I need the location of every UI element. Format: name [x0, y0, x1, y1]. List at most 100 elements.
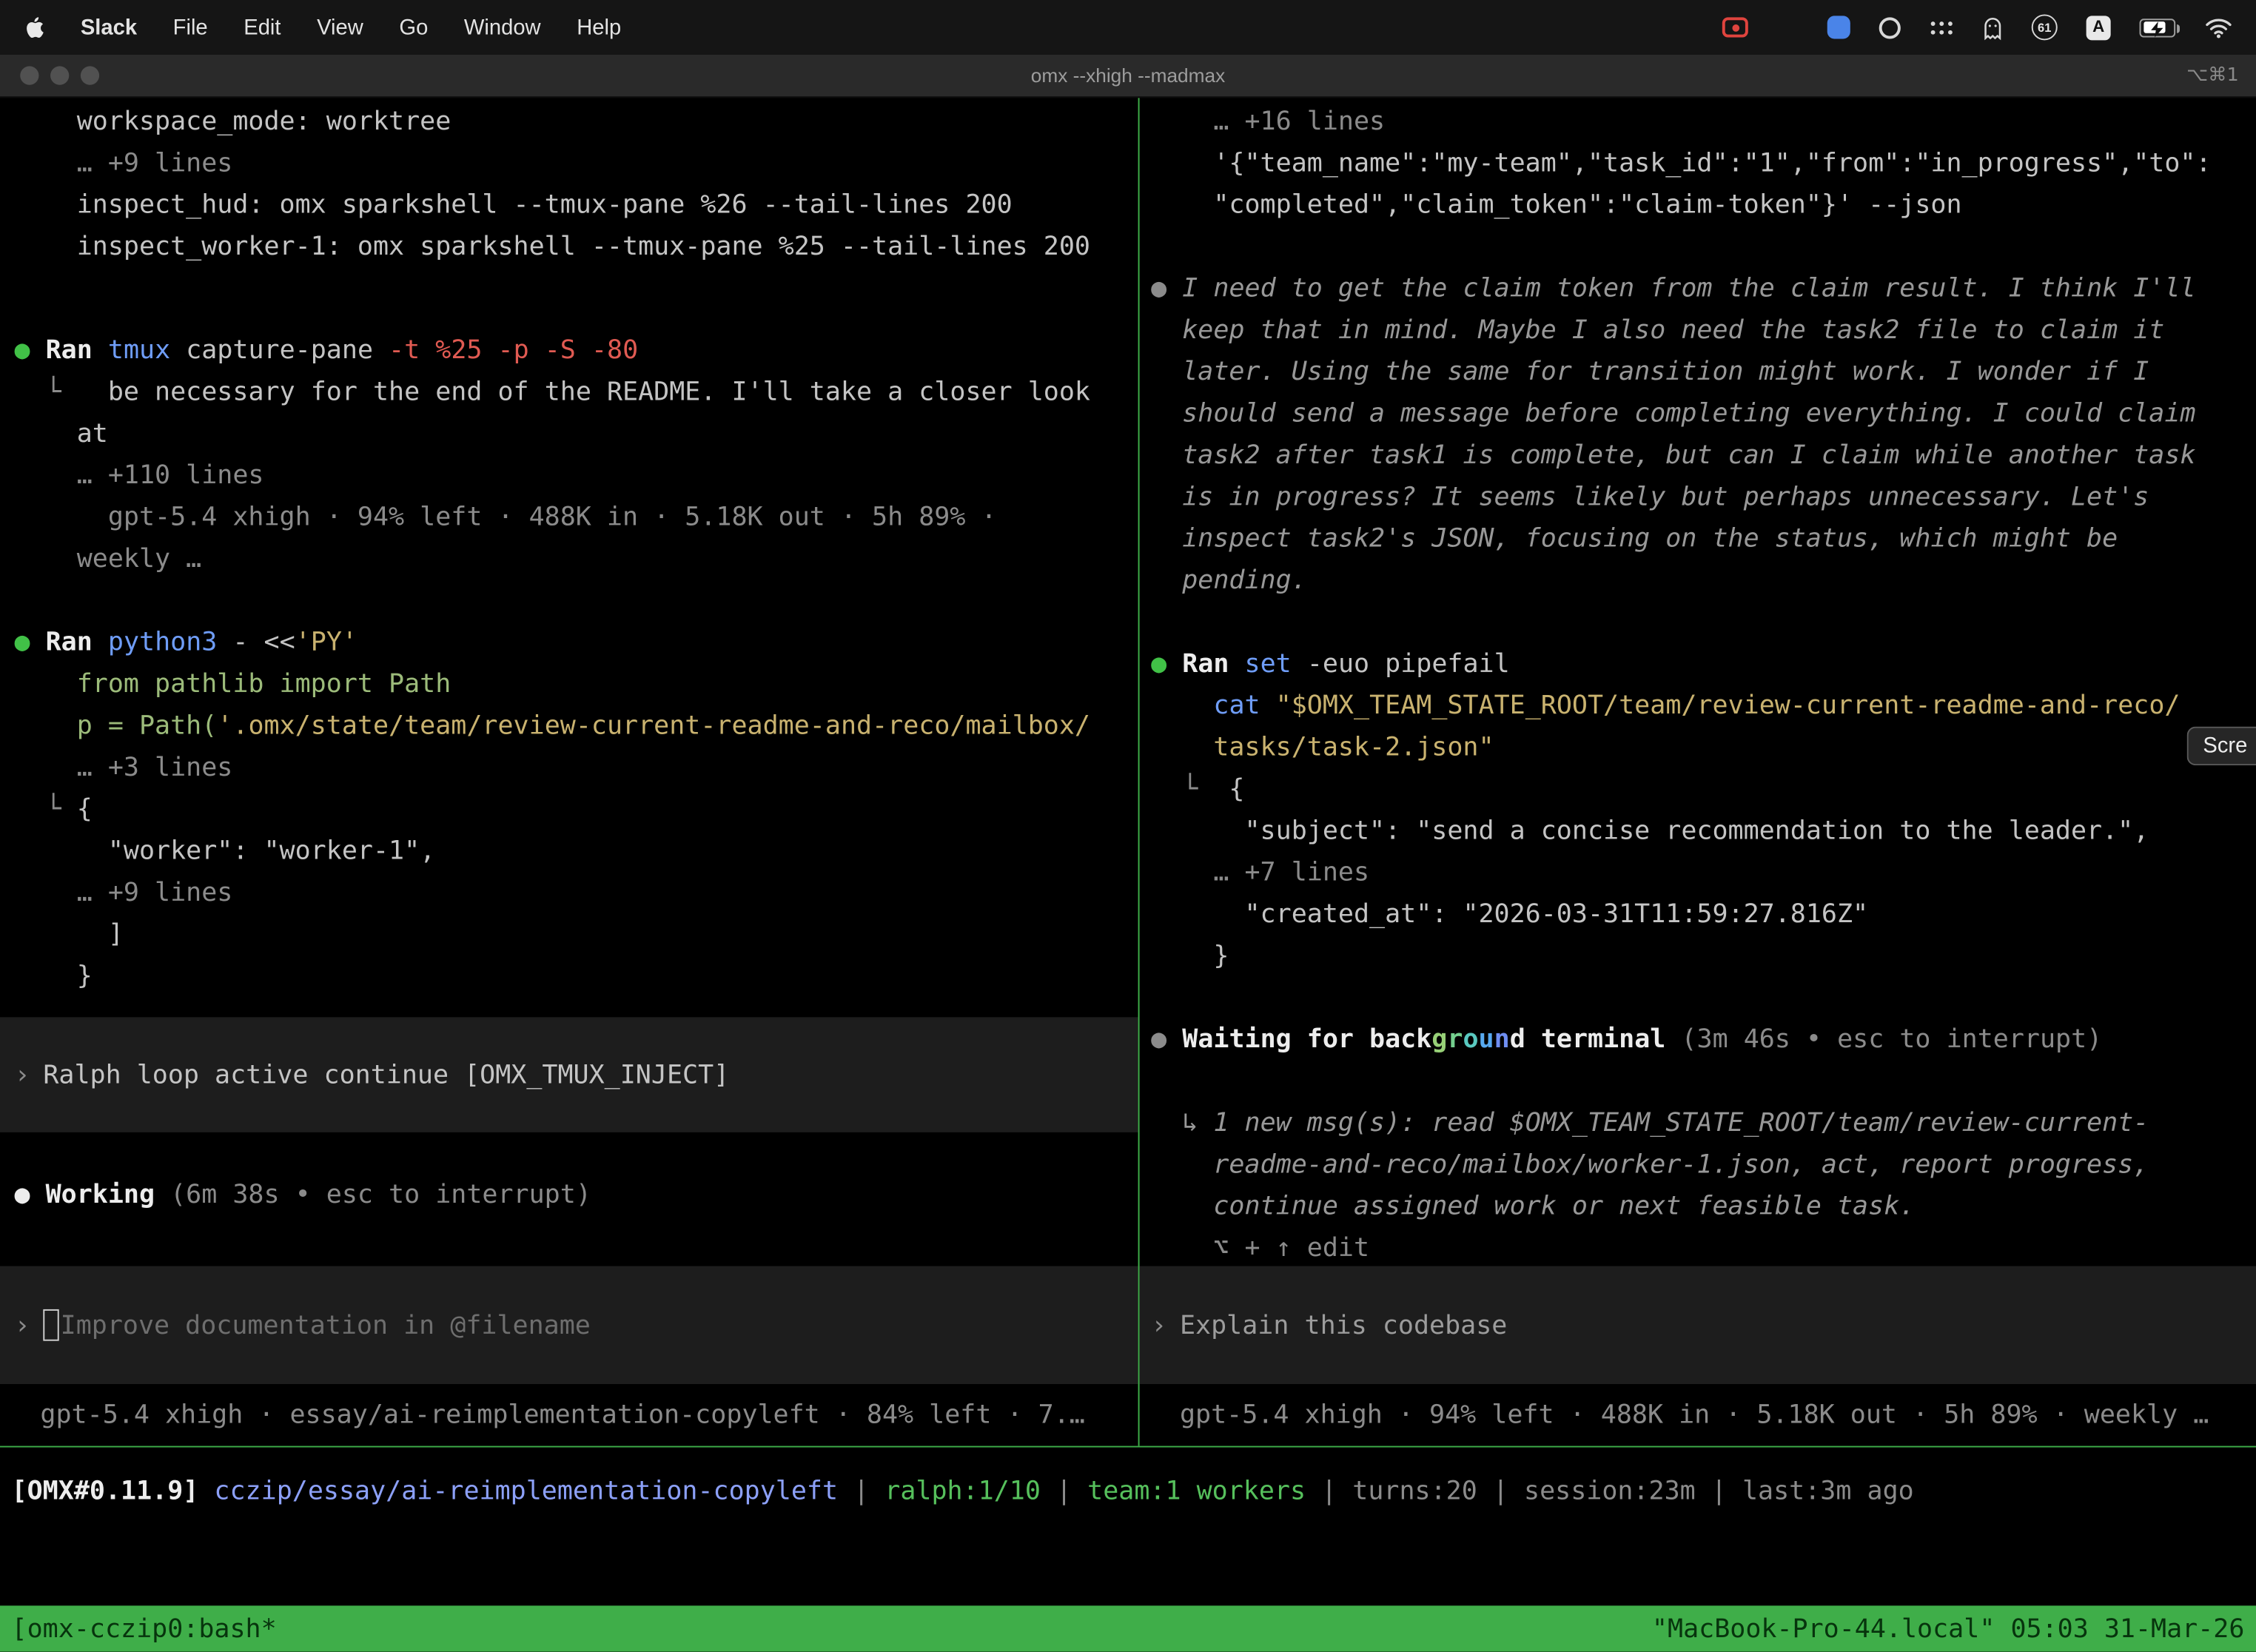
- prompt-chevron: ›: [14, 1054, 43, 1095]
- terminal-line: "completed","claim_token":"claim-token"}…: [1140, 184, 2256, 226]
- input-source-icon[interactable]: A: [2087, 15, 2111, 39]
- terminal-line: inspect task2's JSON, focusing on the st…: [1140, 518, 2256, 560]
- desktop: Slack File Edit View Go Window Help 61 A: [0, 0, 2256, 1652]
- terminal-line: ● I need to get the claim token from the…: [1140, 268, 2256, 309]
- model-statusline: gpt-5.4 xhigh · essay/ai-reimplementatio…: [0, 1384, 1138, 1446]
- terminal-line: later. Using the same for transition mig…: [1140, 351, 2256, 392]
- apple-menu-icon[interactable]: [23, 14, 44, 40]
- terminal-gap: [1140, 226, 2256, 267]
- tmux-status-bar: [omx-cczip0:bash* "MacBook-Pro-44.local"…: [0, 1605, 2256, 1651]
- terminal-gap: [0, 997, 1138, 1017]
- menu-view[interactable]: View: [317, 15, 363, 39]
- terminal-line: at: [0, 413, 1138, 454]
- terminal-line: ● Ran python3 - <<'PY': [0, 622, 1138, 663]
- terminal-line: workspace_mode: worktree: [0, 101, 1138, 142]
- terminal-gap: [1140, 602, 2256, 643]
- tmux-host-clock: "MacBook-Pro-44.local" 05:03 31-Mar-26: [1652, 1608, 2245, 1649]
- terminal-line: readme-and-reco/mailbox/worker-1.json, a…: [1140, 1144, 2256, 1185]
- model-statusline: gpt-5.4 xhigh · 94% left · 488K in · 5.1…: [1140, 1384, 2256, 1446]
- pane-bottom: › Improve documentation in @filename gpt-…: [0, 1266, 1138, 1446]
- terminal-line: … +16 lines: [1140, 101, 2256, 142]
- temp-badge-icon[interactable]: 61: [2032, 14, 2058, 40]
- omx-session-status: [OMX#0.11.9] cczip/essay/ai-reimplementa…: [0, 1471, 2256, 1512]
- terminal-line: pending.: [1140, 560, 2256, 601]
- wifi-icon[interactable]: [2204, 16, 2233, 38]
- input-suggestion: Explain this codebase: [1180, 1304, 1507, 1346]
- window-titlebar[interactable]: omx --xhigh --madmax ⌥⌘1: [0, 55, 2256, 98]
- menu-file[interactable]: File: [173, 15, 208, 39]
- terminal-window: omx --xhigh --madmax ⌥⌘1 workspace_mode:…: [0, 55, 2256, 1652]
- terminal-line: should send a message before completing …: [1140, 393, 2256, 434]
- app-grid-icon[interactable]: [1777, 17, 1799, 37]
- terminal-line: … +3 lines: [0, 747, 1138, 788]
- terminal-line: continue assigned work or next feasible …: [1140, 1186, 2256, 1227]
- ring-app-icon[interactable]: [1879, 16, 1901, 38]
- menu-edit[interactable]: Edit: [244, 15, 281, 39]
- terminal-line: inspect_worker-1: omx sparkshell --tmux-…: [0, 226, 1138, 267]
- terminal-line: ● Waiting for background terminal (3m 46…: [1140, 1018, 2256, 1060]
- tmux-session-label: [omx-cczip0:bash*: [12, 1608, 277, 1649]
- screen-recording-icon[interactable]: [1722, 17, 1748, 37]
- prompt-input[interactable]: › Improve documentation in @filename: [0, 1266, 1138, 1384]
- tmux-pane-right[interactable]: … +16 lines '{"team_name":"my-team","tas…: [1140, 98, 2256, 1446]
- terminal-line: inspect_hud: omx sparkshell --tmux-pane …: [0, 184, 1138, 226]
- terminal-line: ● Ran tmux capture-pane -t %25 -p -S -80: [0, 329, 1138, 371]
- menu-window[interactable]: Window: [464, 15, 541, 39]
- terminal-line: … +9 lines: [0, 142, 1138, 184]
- ghostty-icon[interactable]: [1983, 15, 2003, 39]
- prompt-chevron: ›: [14, 1304, 43, 1346]
- terminal-line: "worker": "worker-1",: [0, 830, 1138, 872]
- terminal-line: ↳ 1 new msg(s): read $OMX_TEAM_STATE_ROO…: [1140, 1102, 2256, 1144]
- dot-grid-icon[interactable]: [1930, 20, 1954, 34]
- terminal-line: └ {: [0, 788, 1138, 830]
- pane-bottom: ›Explain this codebase gpt-5.4 xhigh · 9…: [1140, 1266, 2256, 1446]
- terminal-line: ]: [0, 913, 1138, 955]
- terminal-line: from pathlib import Path: [0, 663, 1138, 705]
- terminal-content: workspace_mode: worktree … +9 lines insp…: [0, 98, 2256, 1651]
- terminal-line: p = Path('.omx/state/team/review-current…: [0, 705, 1138, 747]
- terminal-line: '{"team_name":"my-team","task_id":"1","f…: [1140, 142, 2256, 184]
- terminal-gap: [1140, 977, 2256, 1018]
- terminal-gap: [1140, 1061, 2256, 1102]
- tmux-pane-bottom[interactable]: [OMX#0.11.9] cczip/essay/ai-reimplementa…: [0, 1448, 2256, 1652]
- terminal-line: is in progress? It seems likely but perh…: [1140, 476, 2256, 517]
- terminal-gap: [0, 268, 1138, 330]
- window-title: omx --xhigh --madmax: [0, 64, 2256, 86]
- terminal-line: … +7 lines: [1140, 852, 2256, 893]
- terminal-output: workspace_mode: worktree … +9 lines insp…: [0, 98, 1138, 1215]
- tmux-panes: workspace_mode: worktree … +9 lines insp…: [0, 98, 2256, 1446]
- menu-bar: Slack File Edit View Go Window Help 61 A: [0, 0, 2256, 55]
- input-placeholder: Improve documentation in @filename: [61, 1304, 591, 1346]
- menu-app-name[interactable]: Slack: [81, 15, 137, 39]
- terminal-line: cat "$OMX_TEAM_STATE_ROOT/team/review-cu…: [1140, 685, 2256, 726]
- terminal-line: tasks/task-2.json": [1140, 727, 2256, 768]
- blue-app-icon[interactable]: [1827, 16, 1850, 38]
- terminal-line: keep that in mind. Maybe I also need the…: [1140, 309, 2256, 351]
- terminal-line: ● Working (6m 38s • esc to interrupt): [0, 1174, 1138, 1215]
- terminal-line: task2 after task1 is complete, but can I…: [1140, 434, 2256, 476]
- battery-icon[interactable]: [2140, 18, 2176, 36]
- terminal-output: … +16 lines '{"team_name":"my-team","tas…: [1140, 98, 2256, 1269]
- window-shortcut-badge: ⌥⌘1: [2186, 64, 2256, 86]
- text-cursor: [43, 1309, 58, 1341]
- screenshot-toast: Scre: [2187, 727, 2256, 765]
- terminal-line: gpt-5.4 xhigh · 94% left · 488K in · 5.1…: [0, 497, 1138, 538]
- terminal-gap: [0, 580, 1138, 621]
- prompt-chevron: ›: [1151, 1304, 1180, 1346]
- terminal-line: }: [1140, 936, 2256, 977]
- terminal-line: }: [0, 956, 1138, 997]
- terminal-line: weekly …: [0, 538, 1138, 580]
- terminal-line: … +110 lines: [0, 454, 1138, 496]
- prompt-input[interactable]: ›Explain this codebase: [1140, 1266, 2256, 1384]
- terminal-line: "created_at": "2026-03-31T11:59:27.816Z": [1140, 893, 2256, 935]
- tmux-pane-left[interactable]: workspace_mode: worktree … +9 lines insp…: [0, 98, 1138, 1446]
- terminal-line: "subject": "send a concise recommendatio…: [1140, 810, 2256, 851]
- terminal-gap: [0, 1132, 1138, 1174]
- menu-help[interactable]: Help: [577, 15, 621, 39]
- notice-band: ›Ralph loop active continue [OMX_TMUX_IN…: [0, 1017, 1138, 1132]
- terminal-line: … +9 lines: [0, 872, 1138, 913]
- terminal-line: ● Ran set -euo pipefail: [1140, 643, 2256, 685]
- terminal-line: ⌥ + ↑ edit: [1140, 1227, 2256, 1269]
- terminal-line: └ be necessary for the end of the README…: [0, 372, 1138, 413]
- menu-go[interactable]: Go: [399, 15, 428, 39]
